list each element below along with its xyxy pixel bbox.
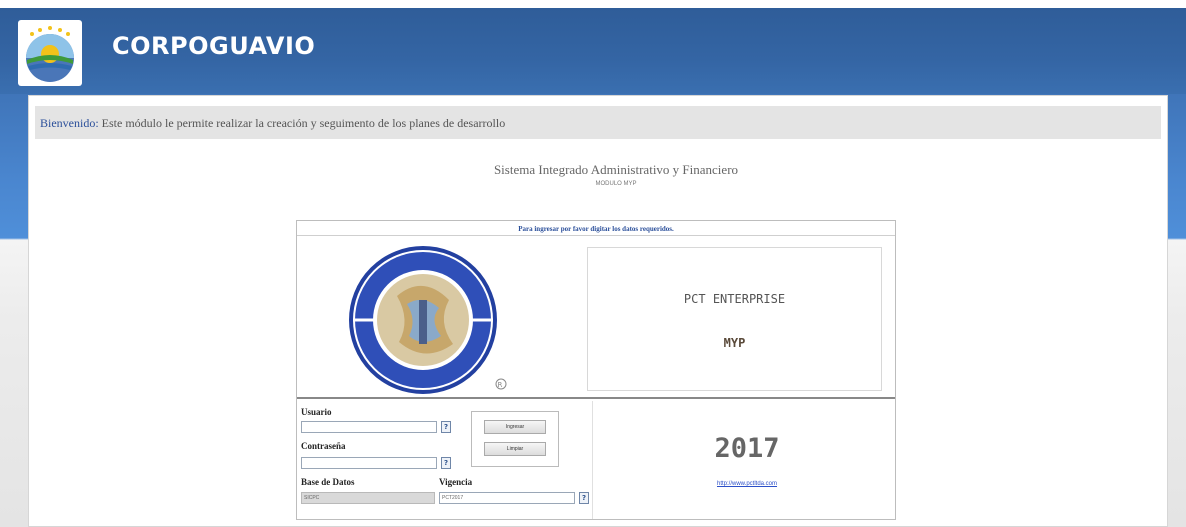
year-label: 2017 [714,433,780,464]
system-title: Sistema Integrado Administrativo y Finan… [493,162,739,177]
module-subtitle: MODULO MYP [595,181,637,187]
user-help-button[interactable]: ? [441,421,451,433]
user-input[interactable] [301,421,437,433]
welcome-text: Este módulo le permite realizar la creac… [98,116,506,130]
clear-button[interactable]: Limpiar [484,442,546,456]
database-label: Base de Datos [301,477,355,487]
login-form: Usuario ? Contraseña ? Ingresar Limpiar … [297,401,593,519]
login-box: Para ingresar por favor digitar los dato… [296,220,896,520]
main-panel: Bienvenido: Este módulo le permite reali… [28,95,1168,527]
brand-name: PCT ENTERPRISE [683,292,786,306]
password-input[interactable] [301,457,437,469]
corpoguavio-logo-icon [18,20,82,86]
database-input[interactable]: SICPC [301,492,435,504]
period-help-button[interactable]: ? [579,492,589,504]
user-label: Usuario [301,407,332,417]
app-title: CORPOGUAVIO [112,32,316,60]
login-instruction: Para ingresar por favor digitar los dato… [518,225,674,233]
login-button[interactable]: Ingresar [484,420,546,434]
button-group: Ingresar Limpiar [471,411,559,467]
password-label: Contraseña [301,441,346,451]
app-header: CORPOGUAVIO [0,8,1186,94]
pct-seal-icon: R [349,244,515,398]
website-link[interactable]: http://www.pctltda.com [597,481,897,487]
period-input[interactable]: PCT2017 [439,492,575,504]
welcome-label: Bienvenido: [40,116,99,130]
brand-box: PCT ENTERPRISE MYP [587,247,882,391]
svg-text:R: R [498,381,503,389]
brand-band: R PCT ENTERPRISE MYP [297,235,895,399]
brand-module: MYP [723,336,746,350]
welcome-bar: Bienvenido: Este módulo le permite reali… [35,106,1161,139]
password-help-button[interactable]: ? [441,457,451,469]
period-label: Vigencia [439,477,473,487]
